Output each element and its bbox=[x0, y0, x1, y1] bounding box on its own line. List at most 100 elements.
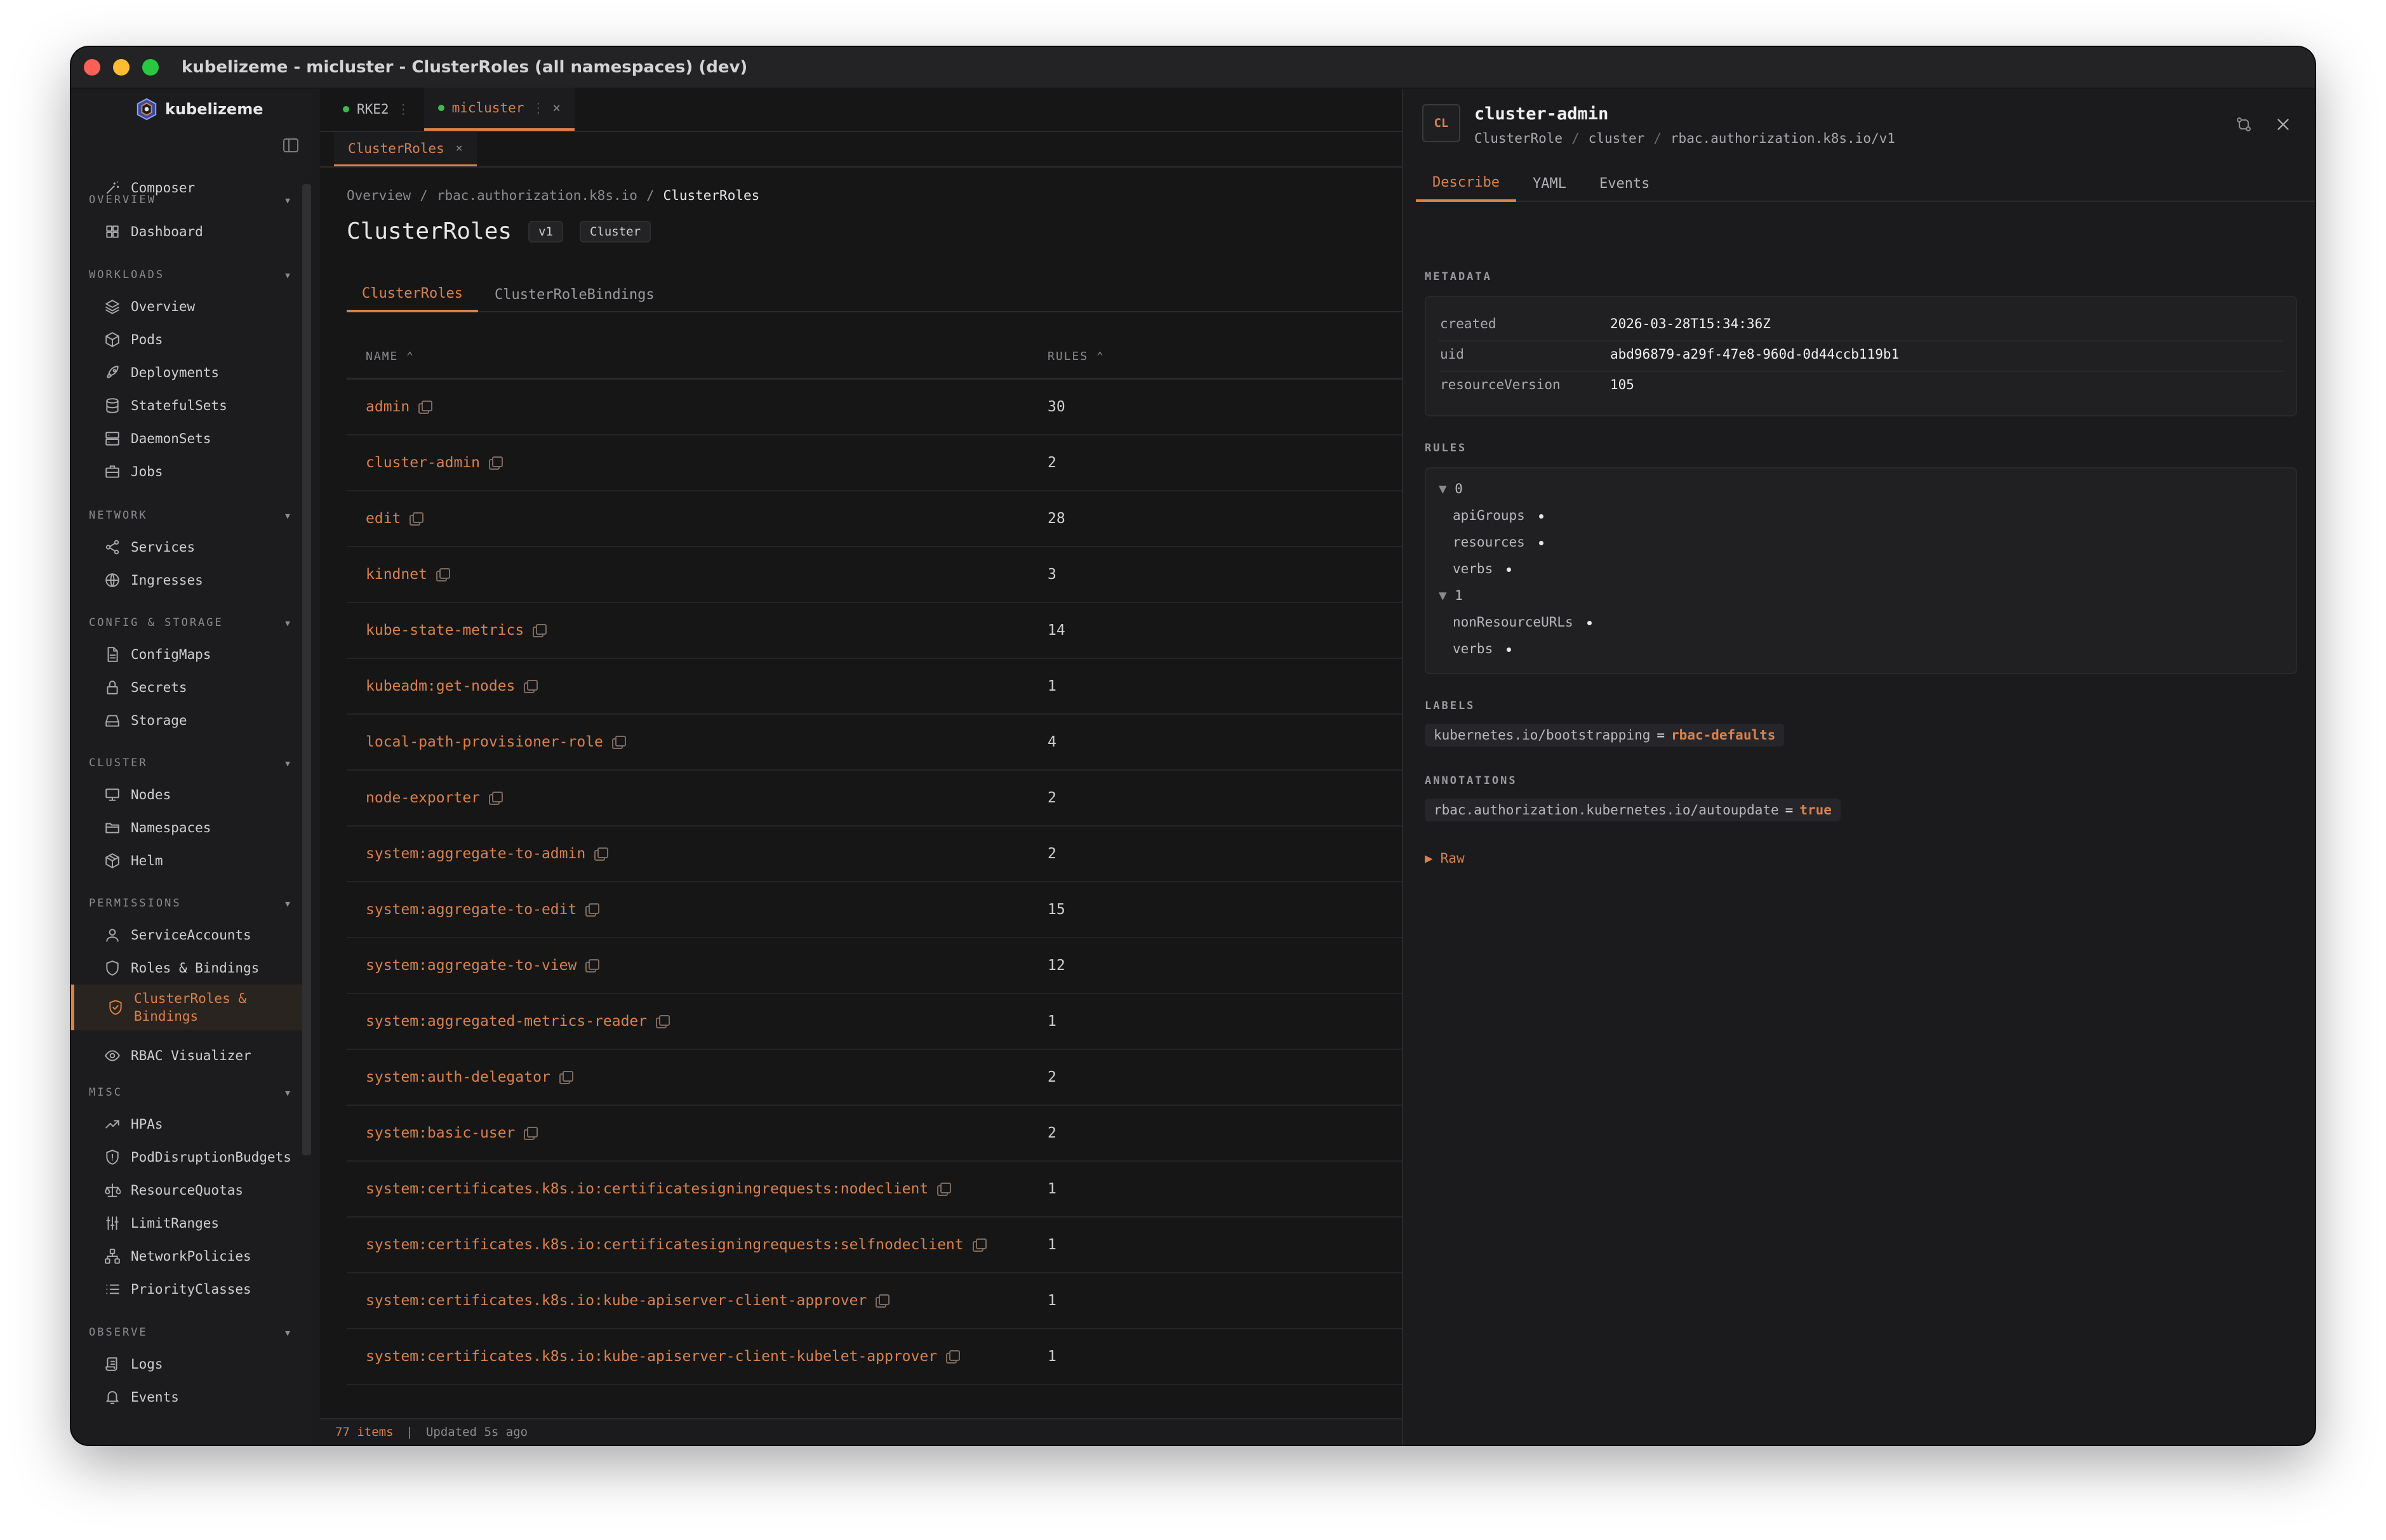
sidebar-section-config-storage[interactable]: CONFIG & STORAGE ▾ bbox=[89, 613, 293, 632]
sidebar-section-overview[interactable]: OVERVIEW ▾ bbox=[89, 190, 293, 209]
role-name-link[interactable]: local-path-provisioner-role bbox=[366, 734, 603, 750]
sidebar-item-clusterroles[interactable]: ClusterRoles & Bindings bbox=[71, 985, 302, 1030]
copy-icon[interactable] bbox=[559, 1071, 573, 1084]
role-name-link[interactable]: kube-state-metrics bbox=[366, 622, 524, 639]
copy-icon[interactable] bbox=[946, 1350, 961, 1364]
rule-toggle-1[interactable]: ▼ 1 bbox=[1439, 588, 1463, 603]
table-row[interactable]: edit 28 bbox=[347, 491, 1402, 547]
page-tab-clusterroles[interactable]: ClusterRoles × bbox=[334, 132, 477, 166]
copy-icon[interactable] bbox=[594, 847, 609, 861]
sidebar-item-priorityclasses[interactable]: PriorityClasses bbox=[104, 1277, 251, 1302]
copy-icon[interactable] bbox=[436, 568, 450, 581]
sidebar-item-limitranges[interactable]: LimitRanges bbox=[104, 1211, 219, 1236]
sidebar-item-dashboard[interactable]: Dashboard bbox=[104, 219, 203, 244]
table-row[interactable]: system:aggregate-to-view 12 bbox=[347, 938, 1402, 994]
role-name-link[interactable]: system:aggregate-to-admin bbox=[366, 846, 585, 862]
copy-icon[interactable] bbox=[489, 456, 503, 470]
role-name-link[interactable]: edit bbox=[366, 510, 401, 527]
sidebar-section-permissions[interactable]: PERMISSIONS ▾ bbox=[89, 894, 293, 913]
tab-yaml[interactable]: YAML bbox=[1516, 165, 1583, 202]
tab-events[interactable]: Events bbox=[1583, 165, 1666, 202]
sidebar-item-ingresses[interactable]: Ingresses bbox=[104, 568, 203, 593]
context-tab-rke2[interactable]: RKE2 ⋮ bbox=[329, 88, 424, 131]
sidebar-item-services[interactable]: Services bbox=[104, 534, 195, 560]
table-row[interactable]: system:aggregate-to-admin 2 bbox=[347, 826, 1402, 882]
table-row[interactable]: system:aggregated-metrics-reader 1 bbox=[347, 994, 1402, 1050]
table-row[interactable]: system:auth-delegator 2 bbox=[347, 1050, 1402, 1106]
sidebar-item-storage[interactable]: Storage bbox=[104, 708, 187, 733]
copy-icon[interactable] bbox=[533, 624, 547, 637]
role-name-link[interactable]: cluster-admin bbox=[366, 455, 480, 471]
sidebar-section-workloads[interactable]: WORKLOADS ▾ bbox=[89, 265, 293, 284]
copy-icon[interactable] bbox=[937, 1183, 952, 1196]
context-tab-micluster[interactable]: micluster ⋮ × bbox=[423, 88, 575, 131]
table-row[interactable]: local-path-provisioner-role 4 bbox=[347, 715, 1402, 771]
rule-toggle-0[interactable]: ▼ 0 bbox=[1439, 481, 1463, 496]
sidebar-item-roles-bindings[interactable]: Roles & Bindings bbox=[104, 955, 259, 981]
role-name-link[interactable]: system:certificates.k8s.io:certificatesi… bbox=[366, 1181, 928, 1197]
subtab-clusterroles[interactable]: ClusterRoles bbox=[347, 277, 478, 312]
table-row[interactable]: cluster-admin 2 bbox=[347, 435, 1402, 491]
sidebar-item-helm[interactable]: Helm bbox=[104, 848, 163, 873]
subtab-clusterrolebindings[interactable]: ClusterRoleBindings bbox=[479, 277, 670, 312]
copy-icon[interactable] bbox=[972, 1238, 987, 1252]
sidebar-section-cluster[interactable]: CLUSTER ▾ bbox=[89, 753, 293, 773]
sidebar-item-events[interactable]: Events bbox=[104, 1384, 179, 1410]
copy-icon[interactable] bbox=[585, 903, 600, 917]
role-name-link[interactable]: system:basic-user bbox=[366, 1125, 515, 1141]
breadcrumb-overview[interactable]: Overview bbox=[347, 188, 411, 203]
breadcrumb-group[interactable]: rbac.authorization.k8s.io bbox=[437, 188, 637, 203]
sidebar-item-networkpolicies[interactable]: NetworkPolicies bbox=[104, 1244, 251, 1269]
sidebar-item-deployments[interactable]: Deployments bbox=[104, 360, 219, 385]
sidebar-item-pods[interactable]: Pods bbox=[104, 327, 163, 352]
copy-icon[interactable] bbox=[524, 1127, 538, 1140]
sidebar-item-configmaps[interactable]: ConfigMaps bbox=[104, 642, 211, 667]
maximize-window-button[interactable] bbox=[142, 59, 159, 76]
table-row[interactable]: system:certificates.k8s.io:kube-apiserve… bbox=[347, 1273, 1402, 1329]
raw-toggle[interactable]: ▶ Raw bbox=[1425, 851, 1465, 866]
sidebar-item-logs[interactable]: Logs bbox=[104, 1351, 163, 1377]
sidebar-item-namespaces[interactable]: Namespaces bbox=[104, 815, 211, 840]
table-row[interactable]: system:aggregate-to-edit 15 bbox=[347, 882, 1402, 938]
close-tab-icon[interactable]: × bbox=[552, 100, 561, 116]
close-icon[interactable] bbox=[2274, 116, 2292, 133]
sidebar-scrollbar[interactable] bbox=[302, 184, 311, 1155]
sidebar-item-nodes[interactable]: Nodes bbox=[104, 782, 171, 807]
copy-icon[interactable] bbox=[524, 680, 538, 693]
copy-icon[interactable] bbox=[611, 736, 626, 749]
close-window-button[interactable] bbox=[84, 59, 100, 76]
sidebar-item-statefulsets[interactable]: StatefulSets bbox=[104, 393, 227, 418]
context-tab-menu-icon[interactable]: ⋮ bbox=[531, 100, 545, 116]
role-name-link[interactable]: node-exporter bbox=[366, 790, 480, 806]
copy-icon[interactable] bbox=[410, 512, 424, 526]
role-name-link[interactable]: system:certificates.k8s.io:certificatesi… bbox=[366, 1237, 964, 1253]
table-row[interactable]: node-exporter 2 bbox=[347, 771, 1402, 826]
collapse-sidebar-icon[interactable] bbox=[283, 138, 298, 152]
sidebar-section-observe[interactable]: OBSERVE ▾ bbox=[89, 1323, 293, 1342]
table-row[interactable]: kindnet 3 bbox=[347, 547, 1402, 603]
copy-icon[interactable] bbox=[585, 959, 600, 972]
role-name-link[interactable]: system:aggregate-to-view bbox=[366, 957, 577, 974]
role-name-link[interactable]: system:certificates.k8s.io:kube-apiserve… bbox=[366, 1348, 937, 1365]
brand[interactable]: kubelizeme bbox=[135, 96, 263, 122]
context-tab-menu-icon[interactable]: ⋮ bbox=[397, 102, 410, 117]
copy-icon[interactable] bbox=[876, 1294, 890, 1308]
table-row[interactable]: kube-state-metrics 14 bbox=[347, 603, 1402, 659]
table-row[interactable]: system:basic-user 2 bbox=[347, 1106, 1402, 1162]
role-name-link[interactable]: system:auth-delegator bbox=[366, 1069, 550, 1085]
copy-icon[interactable] bbox=[656, 1015, 670, 1028]
role-name-link[interactable]: kubeadm:get-nodes bbox=[366, 678, 515, 694]
sidebar-item-resourcequotas[interactable]: ResourceQuotas bbox=[104, 1178, 243, 1203]
table-row[interactable]: system:certificates.k8s.io:certificatesi… bbox=[347, 1162, 1402, 1218]
sidebar-item-overview[interactable]: Overview bbox=[104, 294, 195, 319]
role-name-link[interactable]: admin bbox=[366, 399, 410, 415]
sidebar-item-rbac-visualizer[interactable]: RBAC Visualizer bbox=[104, 1043, 251, 1068]
sidebar-item-hpas[interactable]: HPAs bbox=[104, 1112, 163, 1137]
table-row[interactable]: admin 30 bbox=[347, 380, 1402, 435]
copy-icon[interactable] bbox=[489, 792, 503, 805]
sidebar-section-network[interactable]: NETWORK ▾ bbox=[89, 506, 293, 525]
table-row[interactable]: kubeadm:get-nodes 1 bbox=[347, 659, 1402, 715]
sidebar-item-serviceaccounts[interactable]: ServiceAccounts bbox=[104, 922, 251, 948]
table-row[interactable]: system:certificates.k8s.io:kube-apiserve… bbox=[347, 1329, 1402, 1385]
role-name-link[interactable]: system:aggregated-metrics-reader bbox=[366, 1013, 647, 1030]
